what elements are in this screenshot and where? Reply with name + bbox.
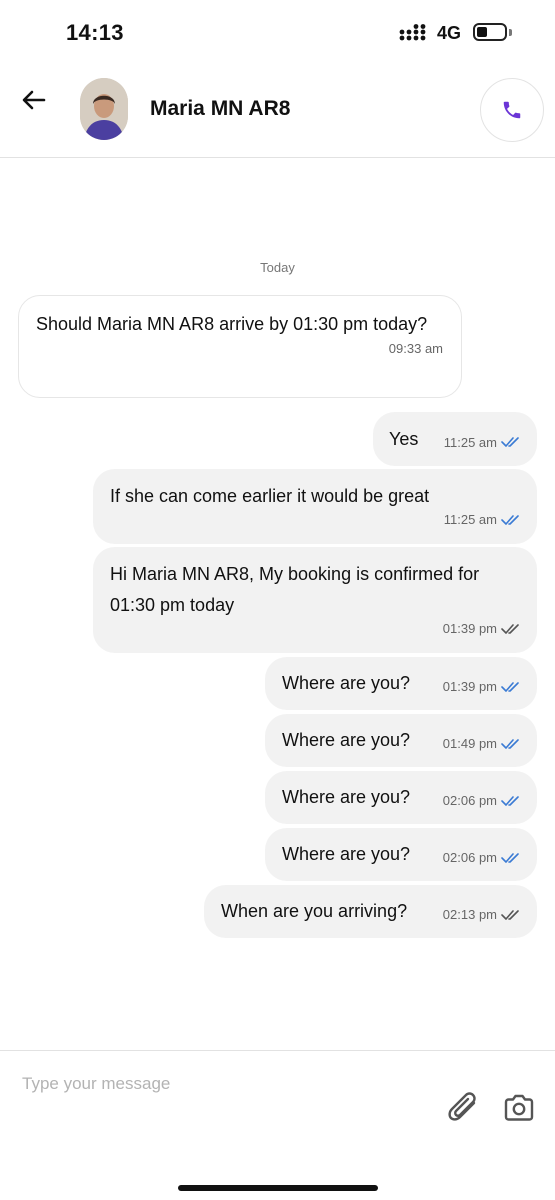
back-arrow-icon xyxy=(22,90,46,110)
message-text: Hi Maria MN AR8, My booking is confirmed… xyxy=(110,564,480,615)
message-time: 01:39 pm xyxy=(442,679,497,694)
attach-button[interactable] xyxy=(444,1089,484,1129)
message-meta: 02:06 pm xyxy=(443,793,521,808)
outgoing-message[interactable]: If she can come earlier it would be grea… xyxy=(93,469,537,544)
read-tick-icon xyxy=(501,738,519,749)
message-time: 02:06 pm xyxy=(442,793,497,808)
read-tick-icon xyxy=(501,681,519,692)
phone-icon xyxy=(503,101,521,119)
message-time: 11:25 am xyxy=(443,512,497,527)
call-button[interactable] xyxy=(480,78,544,142)
message-meta: 09:33 am xyxy=(36,341,443,356)
message-composer xyxy=(0,1050,555,1200)
message-time: 01:39 pm xyxy=(442,621,497,636)
read-tick-icon xyxy=(501,795,519,806)
message-text: Where are you? xyxy=(282,787,411,807)
camera-button[interactable] xyxy=(502,1091,536,1125)
battery-icon xyxy=(473,23,507,41)
status-bar: 14:13 4G xyxy=(0,0,555,64)
message-time: 09:33 am xyxy=(388,341,443,356)
message-time: 02:06 pm xyxy=(442,850,497,865)
delivered-tick-icon xyxy=(501,623,519,634)
battery-cap xyxy=(509,29,512,36)
message-time: 01:49 pm xyxy=(442,736,497,751)
message-meta: 01:49 pm xyxy=(443,736,521,751)
avatar-photo xyxy=(80,78,128,140)
message-meta: 01:39 pm xyxy=(110,621,521,636)
back-button[interactable] xyxy=(18,84,50,116)
message-meta: 02:13 pm xyxy=(443,907,521,922)
message-meta: 11:25 am xyxy=(444,435,521,450)
message-meta: 11:25 am xyxy=(110,512,521,527)
incoming-message[interactable]: Should Maria MN AR8 arrive by 01:30 pm t… xyxy=(18,295,462,398)
camera-icon xyxy=(504,1094,534,1121)
outgoing-message[interactable]: Hi Maria MN AR8, My booking is confirmed… xyxy=(93,547,537,653)
outgoing-message[interactable]: Yes 11:25 am xyxy=(373,412,537,466)
message-meta: 02:06 pm xyxy=(443,850,521,865)
message-meta: 01:39 pm xyxy=(443,679,521,694)
message-time: 02:13 pm xyxy=(442,907,497,922)
outgoing-message[interactable]: Where are you? 01:49 pm xyxy=(265,714,537,767)
outgoing-message[interactable]: Where are you? 02:06 pm xyxy=(265,771,537,824)
message-list[interactable]: Today Should Maria MN AR8 arrive by 01:3… xyxy=(0,158,555,1050)
network-label: 4G xyxy=(437,23,462,43)
contact-avatar[interactable] xyxy=(80,78,128,140)
message-time: 11:25 am xyxy=(443,434,497,450)
outgoing-message[interactable]: Where are you? 01:39 pm xyxy=(265,657,537,710)
read-tick-icon xyxy=(501,852,519,863)
status-time: 14:13 xyxy=(66,20,124,45)
message-text: If she can come earlier it would be grea… xyxy=(110,486,430,506)
contact-name[interactable]: Maria MN AR8 xyxy=(150,97,290,121)
message-text: When are you arriving? xyxy=(221,901,408,921)
paperclip-icon xyxy=(448,1092,476,1121)
read-tick-icon xyxy=(501,437,519,447)
message-text: Yes xyxy=(389,428,419,449)
message-text: Should Maria MN AR8 arrive by 01:30 pm t… xyxy=(36,314,428,334)
message-input[interactable] xyxy=(22,1069,422,1099)
signal-icon xyxy=(399,24,426,41)
outgoing-message[interactable]: When are you arriving? 02:13 pm xyxy=(204,885,537,938)
outgoing-message[interactable]: Where are you? 02:06 pm xyxy=(265,828,537,881)
date-separator: Today xyxy=(260,260,295,275)
chat-header: Maria MN AR8 xyxy=(0,64,555,158)
home-indicator[interactable] xyxy=(178,1185,378,1191)
message-text: Where are you? xyxy=(282,844,411,864)
delivered-tick-icon xyxy=(501,909,519,920)
message-text: Where are you? xyxy=(282,673,411,693)
read-tick-icon xyxy=(501,514,519,525)
message-text: Where are you? xyxy=(282,730,411,750)
